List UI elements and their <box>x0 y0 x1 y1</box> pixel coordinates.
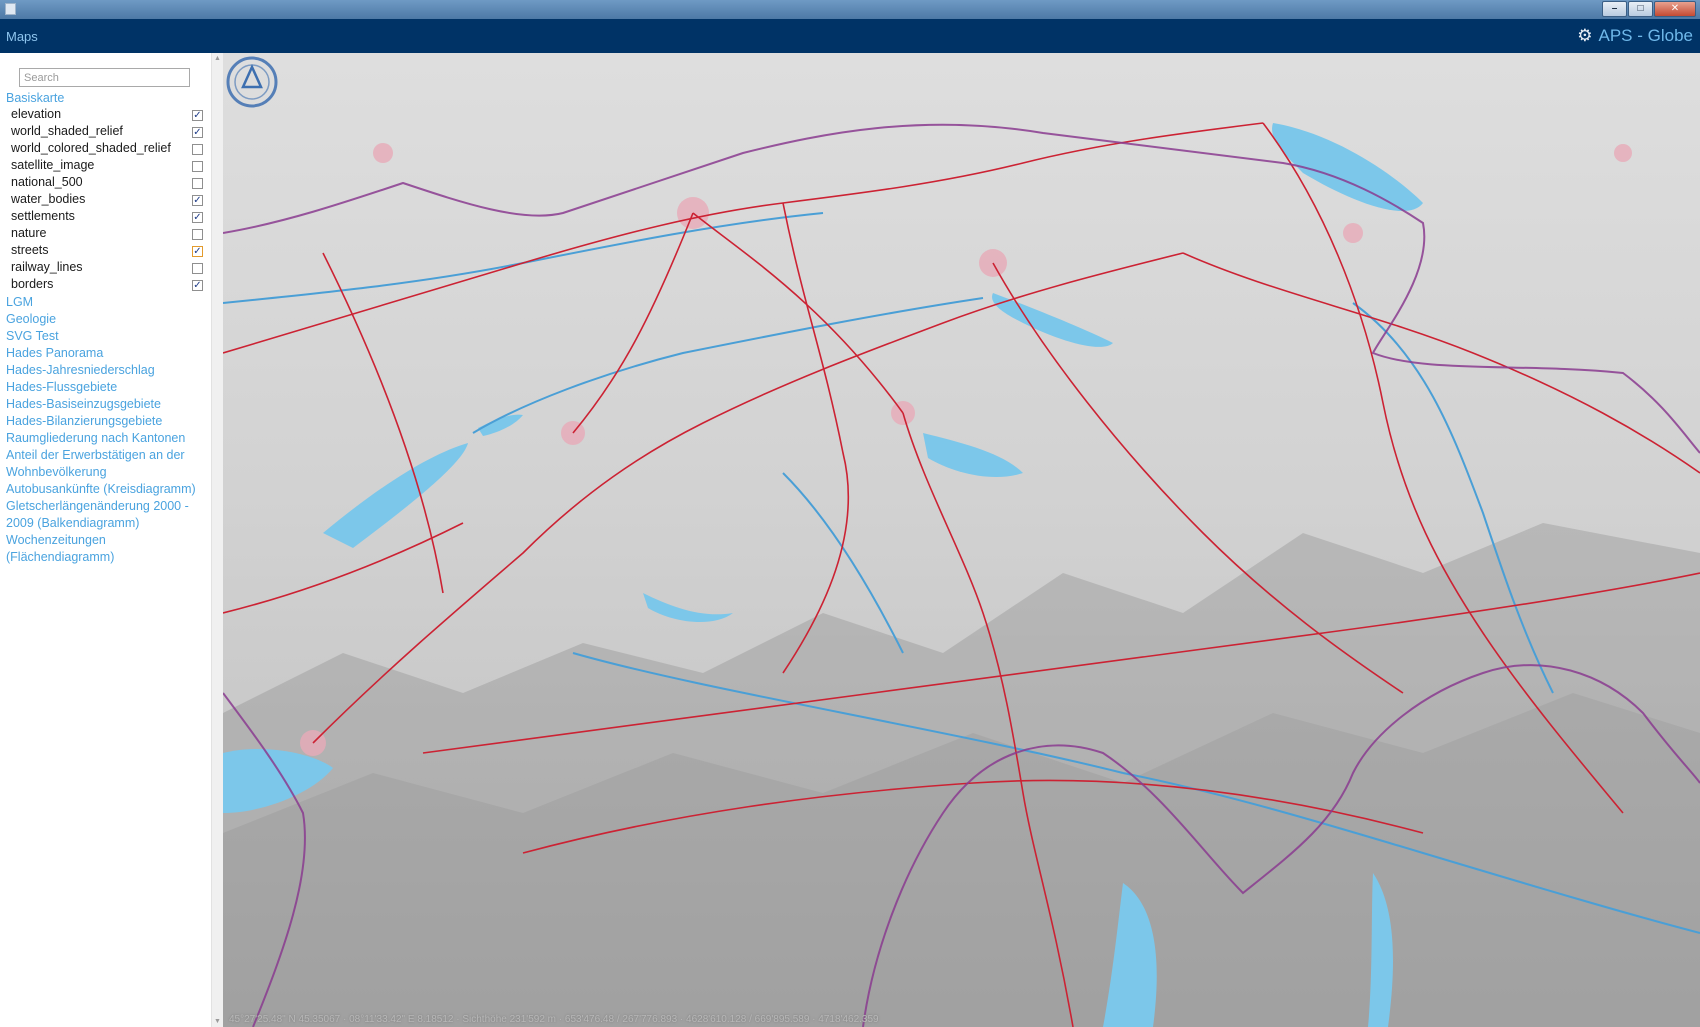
layer-row-world-colored-shaded-relief: world_colored_shaded_relief <box>11 141 203 158</box>
layer-label: borders <box>11 277 54 291</box>
group-hades-bilanzierungsgebiete[interactable]: Hades-Bilanzierungsgebiete <box>6 413 162 430</box>
layer-checkbox-world-colored-shaded-relief[interactable] <box>192 144 203 155</box>
layer-label: nature <box>11 226 47 240</box>
group-basiskarte[interactable]: Basiskarte <box>6 90 64 107</box>
group-wochenzeitungen-line2[interactable]: (Flächendiagramm) <box>6 549 114 566</box>
layer-row-world-shaded-relief: world_shaded_relief ✓ <box>11 124 203 141</box>
group-wochenzeitungen-line1[interactable]: Wochenzeitungen <box>6 532 106 549</box>
scroll-up-arrow-icon[interactable]: ▲ <box>214 55 221 62</box>
map-canvas <box>223 53 1700 1027</box>
group-erwerbstaetige-line2[interactable]: Wohnbevölkerung <box>6 464 107 481</box>
group-autobusankuenfte[interactable]: Autobusankünfte (Kreisdiagramm) <box>6 481 196 498</box>
layer-checkbox-railway-lines[interactable] <box>192 263 203 274</box>
window-titlebar: – □ ✕ <box>0 0 1700 19</box>
compass-icon[interactable] <box>223 53 281 111</box>
window-title-bar-text <box>24 2 204 14</box>
layer-row-railway-lines: railway_lines <box>11 260 203 277</box>
group-svg-test[interactable]: SVG Test <box>6 328 59 345</box>
layer-checkbox-streets[interactable]: ✓ <box>192 246 203 257</box>
brand-title: APS - Globe <box>1598 26 1694 45</box>
window-icon <box>5 3 16 15</box>
layer-row-settlements: settlements ✓ <box>11 209 203 226</box>
layer-row-water-bodies: water_bodies ✓ <box>11 192 203 209</box>
layer-row-borders: borders ✓ <box>11 277 203 294</box>
layer-row-nature: nature <box>11 226 203 243</box>
group-hades-flussgebiete[interactable]: Hades-Flussgebiete <box>6 379 117 396</box>
minimize-button[interactable]: – <box>1602 1 1627 17</box>
layer-label: railway_lines <box>11 260 83 274</box>
layer-row-streets: streets ✓ <box>11 243 203 260</box>
layer-row-national-500: national_500 <box>11 175 203 192</box>
map-viewport[interactable] <box>223 53 1700 1027</box>
layer-label: water_bodies <box>11 192 86 206</box>
layer-checkbox-nature[interactable] <box>192 229 203 240</box>
layer-label: world_shaded_relief <box>11 124 123 138</box>
layer-label: national_500 <box>11 175 83 189</box>
close-button[interactable]: ✕ <box>1654 1 1696 17</box>
group-gletscher-line2[interactable]: 2009 (Balkendiagramm) <box>6 515 139 532</box>
group-hades-panorama[interactable]: Hades Panorama <box>6 345 103 362</box>
layer-label: streets <box>11 243 49 257</box>
layer-checkbox-settlements[interactable]: ✓ <box>192 212 203 223</box>
layer-row-elevation: elevation ✓ <box>11 107 203 124</box>
layer-checkbox-satellite-image[interactable] <box>192 161 203 172</box>
layer-checkbox-water-bodies[interactable]: ✓ <box>192 195 203 206</box>
gear-icon[interactable]: ⚙ <box>1577 26 1592 46</box>
search-input[interactable] <box>19 68 190 87</box>
layer-checkbox-elevation[interactable]: ✓ <box>192 110 203 121</box>
group-lgm[interactable]: LGM <box>6 294 33 311</box>
maximize-button[interactable]: □ <box>1628 1 1653 17</box>
layer-sidebar: Basiskarte elevation ✓ world_shaded_reli… <box>0 53 211 1027</box>
sidebar-scrollbar[interactable]: ▲ ▼ <box>211 53 223 1027</box>
group-geologie[interactable]: Geologie <box>6 311 56 328</box>
layer-label: elevation <box>11 107 62 121</box>
group-hades-basiseinzugsgebiete[interactable]: Hades-Basiseinzugsgebiete <box>6 396 161 413</box>
window-controls: – □ ✕ <box>1602 1 1696 17</box>
layer-checkbox-borders[interactable]: ✓ <box>192 280 203 291</box>
brand-link[interactable]: ⚙ APS - Globe <box>1577 26 1693 46</box>
layer-checkbox-world-shaded-relief[interactable]: ✓ <box>192 127 203 138</box>
layer-label: settlements <box>11 209 75 223</box>
map-coordinates-readout: 45°27'25.48" N 45.35067 · 08°11'33.42" E… <box>229 1014 879 1025</box>
layer-label: world_colored_shaded_relief <box>11 141 171 155</box>
group-hades-jahresniederschlag[interactable]: Hades-Jahresniederschlag <box>6 362 155 379</box>
app-header: Maps ⚙ APS - Globe <box>0 19 1700 53</box>
group-raumgliederung[interactable]: Raumgliederung nach Kantonen <box>6 430 185 447</box>
maps-menu[interactable]: Maps <box>6 29 38 44</box>
layer-row-satellite-image: satellite_image <box>11 158 203 175</box>
group-erwerbstaetige-line1[interactable]: Anteil der Erwerbstätigen an der <box>6 447 185 464</box>
scroll-down-arrow-icon[interactable]: ▼ <box>214 1018 221 1025</box>
layer-label: satellite_image <box>11 158 95 172</box>
layer-checkbox-national-500[interactable] <box>192 178 203 189</box>
group-gletscher-line1[interactable]: Gletscherlängenänderung 2000 - <box>6 498 189 515</box>
